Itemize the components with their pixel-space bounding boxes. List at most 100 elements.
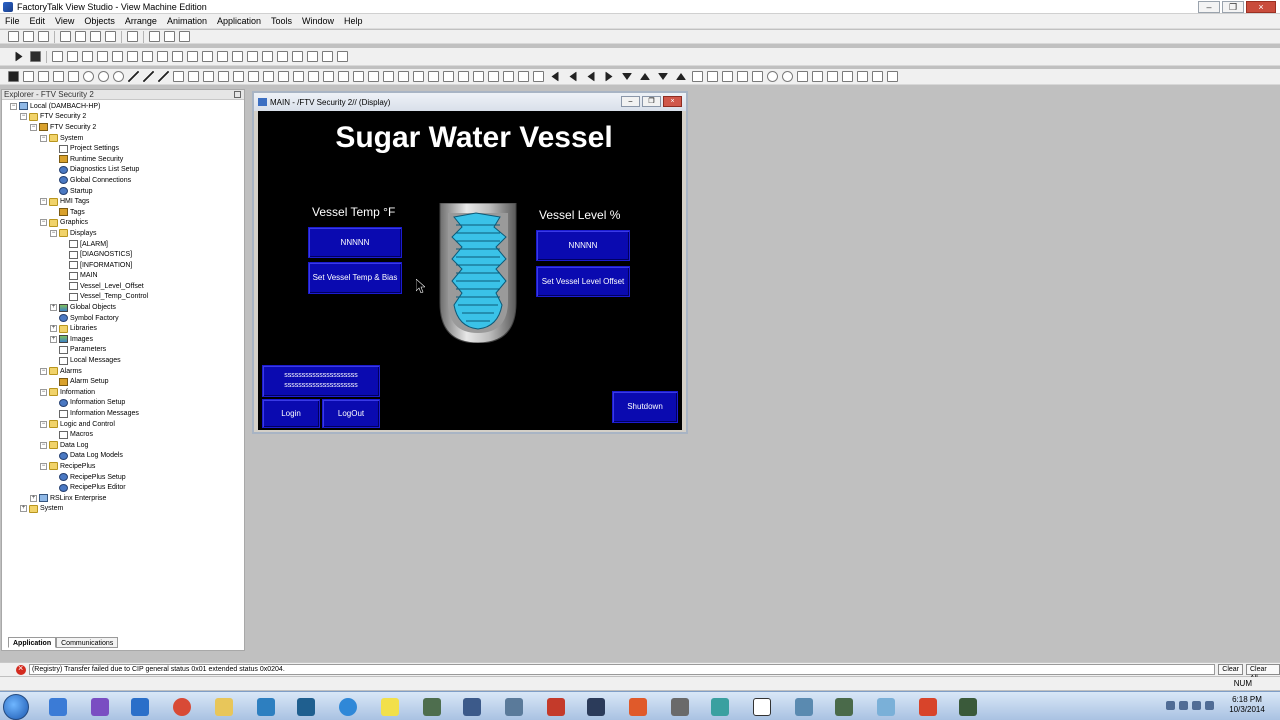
tree-item[interactable]: − Alarms	[2, 366, 244, 377]
shutdown-tool-icon[interactable]	[797, 71, 808, 82]
tree-item[interactable]: Runtime Security	[2, 154, 244, 165]
menu-edit[interactable]: Edit	[25, 16, 51, 26]
taskbar-app-13[interactable]	[538, 695, 574, 718]
expand-collapse-icon[interactable]: −	[20, 113, 27, 121]
taskbar-app-16[interactable]	[662, 695, 698, 718]
print-icon[interactable]	[38, 31, 49, 42]
escape-icon[interactable]	[752, 71, 763, 82]
close-display-icon[interactable]	[353, 71, 364, 82]
taskbar-app-10[interactable]	[414, 695, 450, 718]
tree-item[interactable]: − RecipePlus	[2, 461, 244, 472]
polygon-tool-icon[interactable]	[158, 71, 169, 82]
interlocked-button-icon[interactable]	[293, 71, 304, 82]
expand-collapse-icon[interactable]: −	[40, 134, 47, 142]
expand-collapse-icon[interactable]: −	[30, 123, 37, 131]
expand-collapse-icon[interactable]: −	[40, 388, 47, 396]
alarm-list-icon[interactable]	[488, 71, 499, 82]
expand-collapse-icon[interactable]: −	[50, 229, 57, 237]
tray-flag-icon[interactable]	[1179, 701, 1188, 710]
wedge-tool-icon[interactable]	[113, 71, 124, 82]
set-vessel-level-offset-button[interactable]: Set Vessel Level Offset	[536, 266, 630, 297]
zoom-out-icon[interactable]	[277, 51, 288, 62]
string-display-icon[interactable]	[398, 71, 409, 82]
tree-item[interactable]: [DIAGNOSTICS]	[2, 249, 244, 260]
space-horizontal-icon[interactable]	[202, 51, 213, 62]
clock-icon[interactable]	[887, 71, 898, 82]
tree-item[interactable]: Macros	[2, 429, 244, 440]
multistate-button-icon[interactable]	[278, 71, 289, 82]
piloted-control-icon[interactable]	[533, 71, 544, 82]
tree-item[interactable]: Alarm Setup	[2, 376, 244, 387]
ungroup-icon[interactable]	[247, 51, 258, 62]
expand-collapse-icon[interactable]: +	[30, 494, 37, 502]
tree-item[interactable]: Parameters	[2, 345, 244, 356]
expand-collapse-icon[interactable]: −	[40, 441, 47, 449]
expand-collapse-icon[interactable]: +	[50, 325, 57, 333]
test-run-icon[interactable]	[15, 51, 23, 62]
trend-icon[interactable]	[458, 71, 469, 82]
tree-item[interactable]: − FTV Security 2	[2, 122, 244, 133]
align-bottom-icon[interactable]	[187, 51, 198, 62]
display-minimize-button[interactable]: –	[621, 96, 640, 107]
first-icon[interactable]	[569, 71, 577, 82]
macro-icon[interactable]	[872, 71, 883, 82]
goto-display-icon[interactable]	[323, 71, 334, 82]
taskbar-app-9[interactable]	[372, 695, 408, 718]
properties-icon[interactable]	[105, 31, 116, 42]
stop-icon[interactable]	[30, 51, 41, 62]
tree-item[interactable]: RecipePlus Editor	[2, 482, 244, 493]
home-icon[interactable]	[692, 71, 703, 82]
taskbar-app-7[interactable]	[288, 695, 324, 718]
numeric-input-icon[interactable]	[383, 71, 394, 82]
next-icon[interactable]	[605, 71, 613, 82]
close-button[interactable]: ×	[1246, 1, 1276, 13]
save-icon[interactable]	[23, 31, 34, 42]
taskbar-app-15[interactable]	[620, 695, 656, 718]
select-pointer-icon[interactable]	[8, 71, 19, 82]
menu-application[interactable]: Application	[212, 16, 266, 26]
tree-item[interactable]: Vessel_Temp_Control	[2, 292, 244, 303]
return-display-icon[interactable]	[338, 71, 349, 82]
clock[interactable]: 6:18 PM 10/3/2014	[1222, 695, 1272, 715]
align-right-icon[interactable]	[142, 51, 153, 62]
expand-collapse-icon[interactable]: +	[50, 304, 57, 312]
shutdown-button[interactable]: Shutdown	[612, 391, 678, 423]
arc-tool-icon[interactable]	[83, 71, 94, 82]
align-top-icon[interactable]	[157, 51, 168, 62]
taskbar-ie[interactable]	[330, 695, 366, 718]
expand-collapse-icon[interactable]: −	[40, 367, 47, 375]
cross-reference-icon[interactable]	[179, 31, 190, 42]
undo-icon[interactable]	[307, 51, 318, 62]
tree-item[interactable]: Tags	[2, 207, 244, 218]
tray-network-icon[interactable]	[1192, 701, 1201, 710]
page-up-icon[interactable]	[676, 73, 686, 80]
tree-item[interactable]: Data Log Models	[2, 451, 244, 462]
expand-collapse-icon[interactable]: −	[40, 198, 47, 206]
space-vertical-icon[interactable]	[217, 51, 228, 62]
logout-button[interactable]: LogOut	[322, 399, 380, 428]
menu-file[interactable]: File	[0, 16, 25, 26]
tree-item[interactable]: − Information	[2, 387, 244, 398]
diagnostics-icon[interactable]	[857, 71, 868, 82]
tree-item[interactable]: − Graphics	[2, 218, 244, 229]
taskbar-app-22[interactable]	[910, 695, 946, 718]
tree-item[interactable]: − FTV Security 2	[2, 112, 244, 123]
taskbar-factorytalk[interactable]	[950, 695, 986, 718]
tree-item[interactable]: Diagnostics List Setup	[2, 165, 244, 176]
taskbar-app-14[interactable]	[578, 695, 614, 718]
menu-objects[interactable]: Objects	[79, 16, 120, 26]
info-icon[interactable]	[782, 71, 793, 82]
line-tool-icon[interactable]	[128, 71, 139, 82]
menu-arrange[interactable]: Arrange	[120, 16, 162, 26]
tree-item[interactable]: + Images	[2, 334, 244, 345]
freehand-icon[interactable]	[53, 71, 64, 82]
menu-view[interactable]: View	[50, 16, 79, 26]
move-up-icon[interactable]	[640, 73, 650, 80]
clear-button[interactable]: Clear	[1218, 664, 1243, 675]
print-display-icon[interactable]	[767, 71, 778, 82]
alarm-banner-icon[interactable]	[473, 71, 484, 82]
enter-icon[interactable]	[737, 71, 748, 82]
rounded-rect-tool-icon[interactable]	[173, 71, 184, 82]
tree-item[interactable]: + RSLinx Enterprise	[2, 493, 244, 504]
taskbar-app-19[interactable]	[786, 695, 822, 718]
